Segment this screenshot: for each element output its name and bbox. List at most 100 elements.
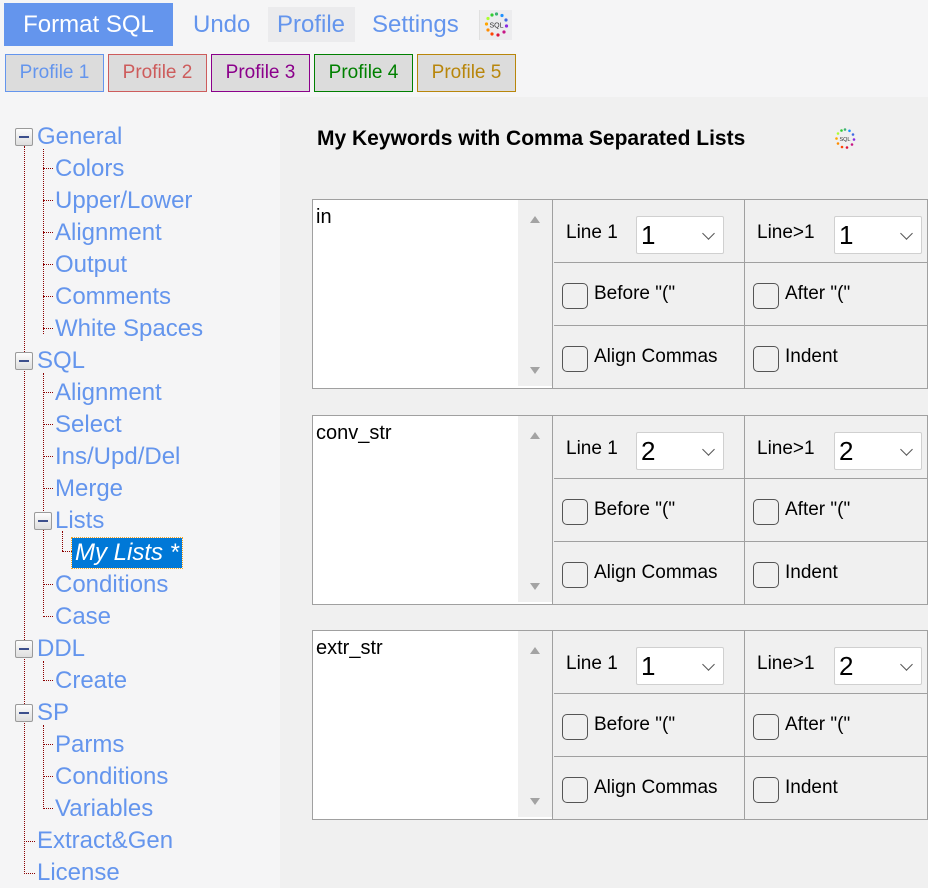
- tree-ddl[interactable]: DDL: [37, 634, 85, 664]
- tree-general-output[interactable]: Output: [55, 250, 127, 280]
- scrollbar[interactable]: [518, 631, 552, 817]
- align-commas-label[interactable]: Align Commas: [594, 346, 718, 368]
- profile-tab-3[interactable]: Profile 3: [211, 54, 310, 92]
- tree-line: [24, 841, 35, 842]
- keyword-text[interactable]: in: [316, 206, 332, 229]
- after-cell: After "(": [745, 263, 927, 326]
- keyword-text[interactable]: conv_str: [316, 422, 392, 445]
- profile-tab-4[interactable]: Profile 4: [314, 54, 413, 92]
- line-gt1-select[interactable]: 1: [834, 216, 922, 254]
- chevron-down-icon: [900, 658, 913, 671]
- keyword-text[interactable]: extr_str: [316, 637, 383, 660]
- tree-sp-parms[interactable]: Parms: [55, 730, 124, 760]
- align-commas-label[interactable]: Align Commas: [594, 777, 718, 799]
- align-commas-checkbox[interactable]: [562, 346, 588, 372]
- tree-general-upper-lower[interactable]: Upper/Lower: [55, 186, 192, 216]
- collapse-sql-icon[interactable]: [15, 352, 33, 370]
- chevron-down-icon: [702, 443, 715, 456]
- line1-cell: Line 1 1: [554, 200, 745, 263]
- indent-label[interactable]: Indent: [785, 777, 838, 799]
- tree-general[interactable]: General: [37, 122, 122, 152]
- before-paren-label[interactable]: Before "(": [594, 283, 675, 305]
- scroll-down-icon[interactable]: [530, 798, 540, 805]
- after-paren-label[interactable]: After "(": [785, 499, 850, 521]
- after-paren-checkbox[interactable]: [753, 283, 779, 309]
- undo-link[interactable]: Undo: [188, 7, 255, 42]
- tree-sql-select[interactable]: Select: [55, 410, 122, 440]
- profile-tab-1[interactable]: Profile 1: [5, 54, 104, 92]
- settings-link[interactable]: Settings: [367, 7, 464, 42]
- keyword-textarea[interactable]: extr_str: [313, 631, 553, 819]
- line-gt1-cell: Line>1 2: [745, 416, 927, 479]
- top-toolbar: Format SQL Undo Profile Settings SQL: [0, 0, 928, 50]
- tree-line: [62, 531, 63, 551]
- tree-sp[interactable]: SP: [37, 698, 69, 728]
- before-paren-label[interactable]: Before "(": [594, 499, 675, 521]
- indent-cell: Indent: [745, 542, 927, 604]
- profile-tab-5[interactable]: Profile 5: [417, 54, 516, 92]
- indent-checkbox[interactable]: [753, 562, 779, 588]
- line1-select[interactable]: 1: [636, 216, 724, 254]
- tree-sp-conditions[interactable]: Conditions: [55, 762, 168, 792]
- keyword-textarea[interactable]: in: [313, 200, 553, 388]
- scroll-down-icon[interactable]: [530, 367, 540, 374]
- tree-ddl-create[interactable]: Create: [55, 666, 127, 696]
- scroll-up-icon[interactable]: [530, 432, 540, 439]
- profile-tab-2[interactable]: Profile 2: [108, 54, 207, 92]
- line1-label: Line 1: [566, 653, 618, 674]
- collapse-lists-icon[interactable]: [34, 512, 52, 530]
- before-cell: Before "(": [554, 479, 745, 542]
- tree-sql[interactable]: SQL: [37, 346, 85, 376]
- after-paren-checkbox[interactable]: [753, 499, 779, 525]
- tree-general-comments[interactable]: Comments: [55, 282, 171, 312]
- scroll-down-icon[interactable]: [530, 583, 540, 590]
- collapse-ddl-icon[interactable]: [15, 640, 33, 658]
- align-commas-label[interactable]: Align Commas: [594, 562, 718, 584]
- tree-license[interactable]: License: [37, 858, 120, 888]
- keyword-block: extr_str Line 1 1 Line>1 2 Before "(" Af…: [312, 630, 928, 820]
- sql-logo-icon[interactable]: SQL: [479, 10, 512, 40]
- tree-sql-alignment[interactable]: Alignment: [55, 378, 162, 408]
- before-paren-label[interactable]: Before "(": [594, 714, 675, 736]
- after-paren-label[interactable]: After "(": [785, 714, 850, 736]
- tree-sp-variables[interactable]: Variables: [55, 794, 153, 824]
- profile-menu[interactable]: Profile: [268, 7, 356, 42]
- tree-sql-merge[interactable]: Merge: [55, 474, 123, 504]
- scroll-up-icon[interactable]: [530, 216, 540, 223]
- scrollbar[interactable]: [518, 200, 552, 386]
- format-sql-button[interactable]: Format SQL: [4, 3, 173, 46]
- line1-select[interactable]: 2: [636, 432, 724, 470]
- scrollbar[interactable]: [518, 416, 552, 602]
- after-paren-label[interactable]: After "(": [785, 283, 850, 305]
- collapse-sp-icon[interactable]: [15, 704, 33, 722]
- line-gt1-select[interactable]: 2: [834, 647, 922, 685]
- before-paren-checkbox[interactable]: [562, 714, 588, 740]
- before-paren-checkbox[interactable]: [562, 499, 588, 525]
- indent-label[interactable]: Indent: [785, 562, 838, 584]
- indent-checkbox[interactable]: [753, 346, 779, 372]
- keyword-textarea[interactable]: conv_str: [313, 416, 553, 604]
- chevron-down-icon: [702, 227, 715, 240]
- align-commas-checkbox[interactable]: [562, 777, 588, 803]
- align-commas-checkbox[interactable]: [562, 562, 588, 588]
- indent-checkbox[interactable]: [753, 777, 779, 803]
- before-paren-checkbox[interactable]: [562, 283, 588, 309]
- indent-label[interactable]: Indent: [785, 346, 838, 368]
- tree-sql-ins-upd-del[interactable]: Ins/Upd/Del: [55, 442, 180, 472]
- line-gt1-select[interactable]: 2: [834, 432, 922, 470]
- line1-select[interactable]: 1: [636, 647, 724, 685]
- tree-sql-conditions[interactable]: Conditions: [55, 570, 168, 600]
- after-paren-checkbox[interactable]: [753, 714, 779, 740]
- tree-general-white-spaces[interactable]: White Spaces: [55, 314, 203, 344]
- tree-line: [43, 584, 53, 585]
- tree-my-lists-selected[interactable]: My Lists *: [70, 537, 184, 569]
- after-cell: After "(": [745, 479, 927, 542]
- tree-general-alignment[interactable]: Alignment: [55, 218, 162, 248]
- collapse-general-icon[interactable]: [15, 128, 33, 146]
- tree-line: [43, 680, 53, 681]
- tree-general-colors[interactable]: Colors: [55, 154, 124, 184]
- line-gt1-label: Line>1: [757, 222, 815, 243]
- scroll-up-icon[interactable]: [530, 647, 540, 654]
- tree-extract-gen[interactable]: Extract&Gen: [37, 826, 173, 856]
- tree-sql-case[interactable]: Case: [55, 602, 111, 632]
